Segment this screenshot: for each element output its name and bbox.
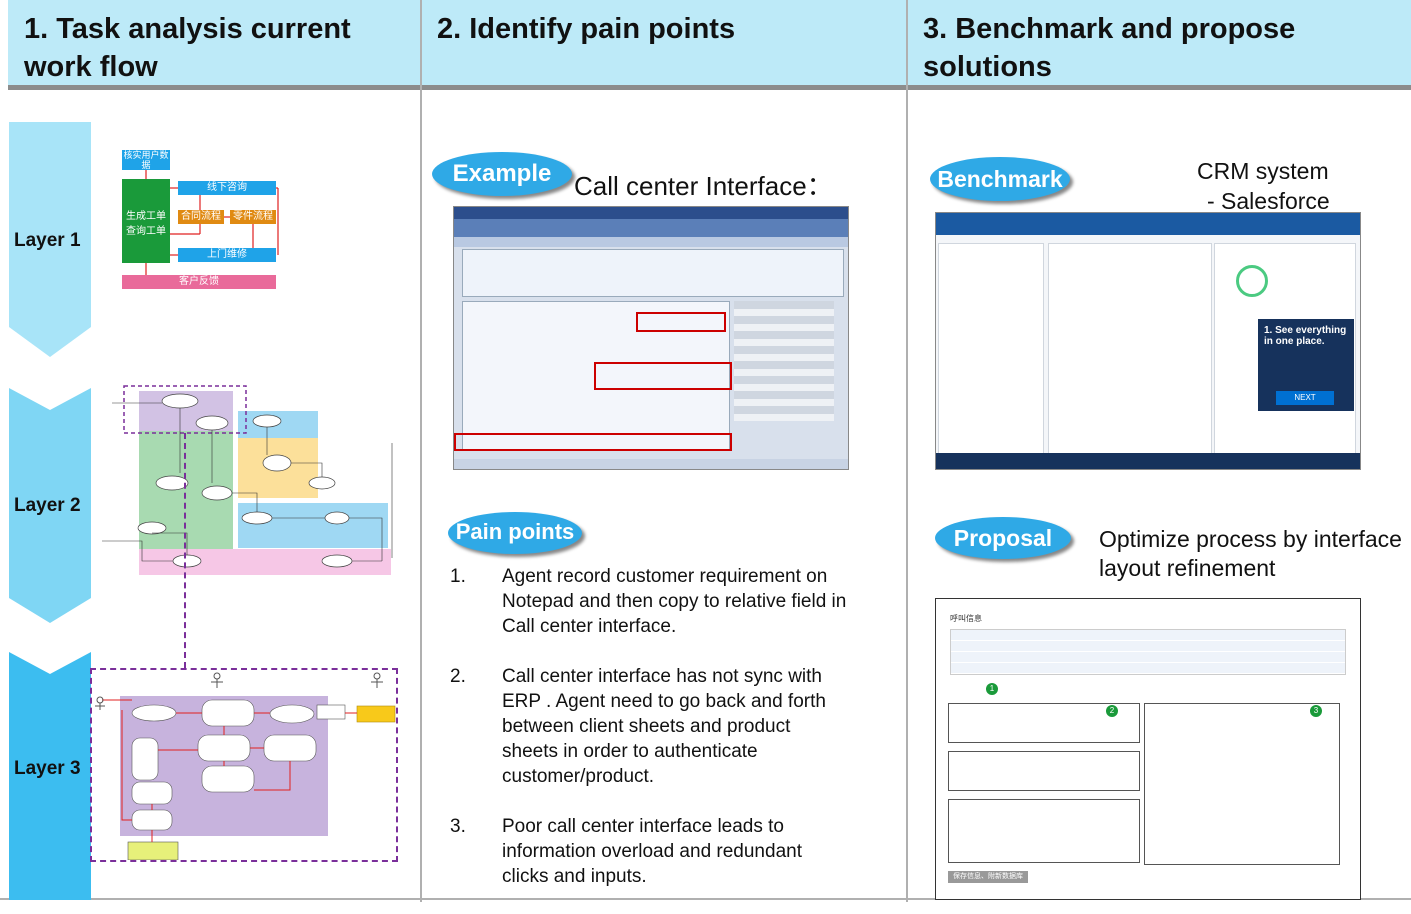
mock-step-2: 2 (1106, 705, 1118, 717)
sf-left-panel (938, 243, 1044, 455)
header-col2-title: 2. Identify pain points (437, 13, 736, 45)
pain-point-1: 1. Agent record customer requirement on N… (450, 566, 847, 637)
example-caption: Call center Interface： (574, 171, 833, 201)
mock-right-box (1144, 703, 1340, 865)
cc-side-buttons (734, 301, 834, 421)
pain-point-3: 3. Poor call center interface leads to in… (450, 816, 802, 887)
header-col2: 2. Identify pain points (421, 0, 907, 90)
example-badge: Example (432, 152, 572, 196)
sf-topbar (936, 213, 1360, 235)
cc-highlight-3 (454, 433, 732, 451)
layer3-detail-diagram (90, 668, 398, 862)
call-center-screenshot (453, 206, 849, 470)
cc-toolbar (454, 219, 848, 237)
layer1-flowchart: 核实用户数据 生成工单 查询工单 线下咨询 合同流程 零件流程 上门维修 客户反… (120, 148, 280, 290)
header-col3-title: 3. Benchmark and propose solutions (923, 13, 1296, 83)
header-col1-title: 1. Task analysis current work flow (24, 13, 351, 83)
layer2-connector-dashed (184, 433, 186, 668)
mock-left-box-2 (948, 751, 1140, 791)
proposal-badge: Proposal (935, 517, 1071, 559)
mock-info-table (950, 629, 1346, 675)
cc-info-panel (462, 249, 844, 297)
header-col1: 1. Task analysis current work flow (8, 0, 421, 90)
cc-highlight-1 (636, 312, 726, 332)
benchmark-badge: Benchmark (930, 157, 1070, 201)
benchmark-caption-2: - Salesforce (1207, 188, 1330, 214)
layer2-label: Layer 2 (14, 495, 81, 516)
proposal-caption: Optimize process by interface layout ref… (1099, 526, 1402, 581)
cc-titlebar (454, 207, 848, 219)
column-divider-2 (906, 0, 908, 902)
sf-next-button[interactable]: NEXT (1276, 391, 1334, 405)
pain-point-2: 2. Call center interface has not sync wit… (450, 666, 826, 787)
flow-arrows (145, 170, 279, 275)
pain-points-badge: Pain points (448, 512, 582, 554)
cc-tabs (454, 237, 848, 247)
sf-footer (936, 453, 1360, 469)
benchmark-caption-1: CRM system (1197, 158, 1329, 184)
header-col3: 3. Benchmark and propose solutions (907, 0, 1411, 90)
sf-center-panel (1048, 243, 1212, 455)
layer3-flow-nodes (95, 672, 396, 860)
salesforce-screenshot: 1. See everything in one place. NEXT (935, 212, 1361, 470)
mock-step-1: 1 (986, 683, 998, 695)
sf-popup-title: 1. See everything in one place. (1264, 325, 1347, 347)
pain-points-list: 1. Agent record customer requirement on N… (448, 564, 848, 914)
mock-title: 呼叫信息 (950, 614, 982, 623)
cc-highlight-2 (594, 362, 732, 390)
layer1-label: Layer 1 (14, 230, 81, 251)
proposal-mockup: 呼叫信息 1 2 3 保存信息、附新数据库 (935, 598, 1361, 900)
layer2-swimlane-diagram (102, 385, 393, 575)
column-divider-1 (420, 0, 422, 902)
mock-step-3: 3 (1310, 705, 1322, 717)
mock-left-box-3 (948, 799, 1140, 863)
sf-milestone-ring (1236, 265, 1268, 297)
layer3-label: Layer 3 (14, 758, 81, 779)
mock-save-button[interactable]: 保存信息、附新数据库 (948, 871, 1028, 883)
sf-popup: 1. See everything in one place. NEXT (1258, 319, 1354, 411)
cc-taskbar (454, 459, 848, 469)
